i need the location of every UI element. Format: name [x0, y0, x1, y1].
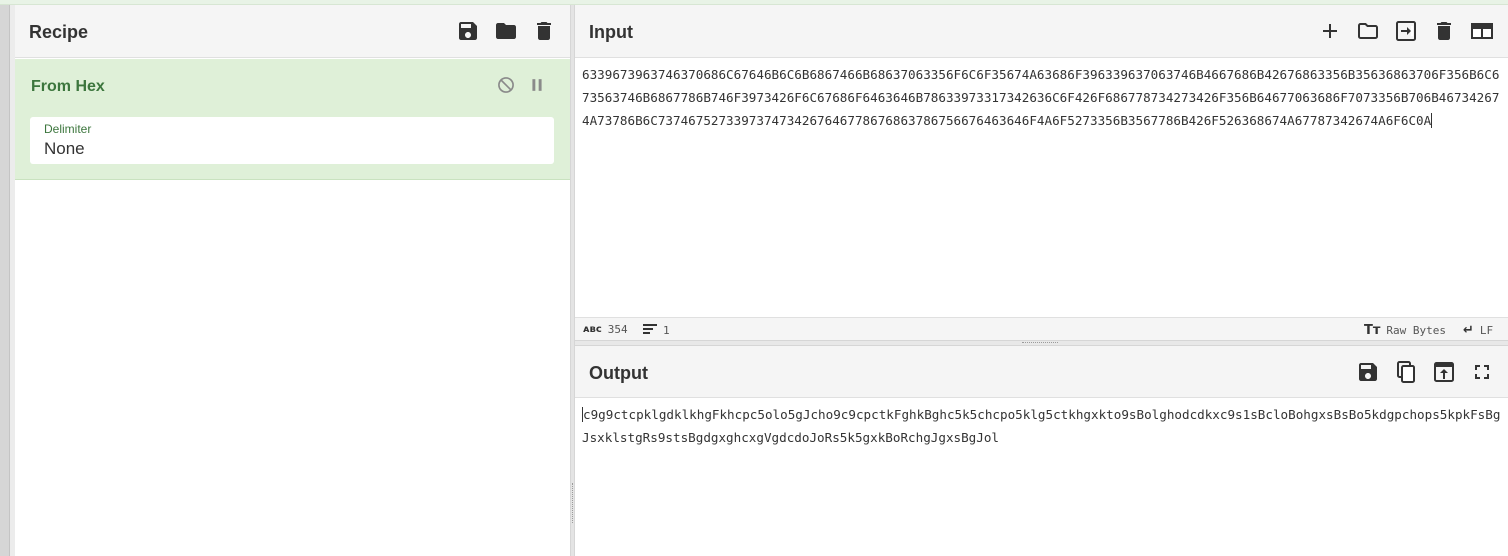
layout-icon[interactable]	[1470, 19, 1494, 43]
output-title: Output	[589, 363, 648, 383]
disable-icon[interactable]	[496, 75, 516, 95]
maximize-icon[interactable]	[1470, 360, 1494, 384]
delimiter-field[interactable]: Delimiter None	[30, 117, 554, 164]
output-textarea[interactable]: c9g9ctcpklgdklkhgFkhcpc5olo5gJcho9c9cpct…	[582, 403, 1504, 449]
input-title: Input	[589, 22, 633, 42]
copy-icon[interactable]	[1394, 360, 1418, 384]
left-edge	[0, 5, 10, 556]
line-count-value: 1	[663, 324, 670, 337]
delimiter-label: Delimiter	[44, 122, 92, 136]
delimiter-value[interactable]: None	[44, 139, 85, 159]
char-count: ᴀʙᴄ 354	[583, 323, 628, 336]
return-icon: ↵	[1463, 323, 1474, 338]
operation-from-hex[interactable]: From Hex Delimiter None	[15, 59, 570, 180]
recipe-header: Recipe	[15, 5, 570, 58]
line-count: 1	[643, 323, 670, 338]
import-icon[interactable]	[1394, 19, 1418, 43]
eol-value[interactable]: LF	[1480, 324, 1493, 337]
splitter-grip[interactable]	[1022, 342, 1058, 344]
output-header: Output	[575, 346, 1508, 398]
operation-name: From Hex	[31, 78, 105, 95]
recipe-title: Recipe	[29, 22, 89, 42]
save-icon[interactable]	[456, 19, 480, 43]
output-pane: Output c9g9ctcpklgdklkhgFkhcpc5olo5gJcho…	[575, 346, 1508, 556]
lines-icon	[643, 323, 657, 338]
trash-icon[interactable]	[1432, 19, 1456, 43]
input-text[interactable]: 6339673963746370686C67646B6C6B6867466B68…	[582, 67, 1499, 128]
replace-input-icon[interactable]	[1432, 360, 1456, 384]
plus-icon[interactable]	[1318, 19, 1342, 43]
char-count-value: 354	[607, 323, 628, 336]
recipe-pane: Recipe From Hex Delimiter None	[15, 5, 570, 556]
splitter-grip[interactable]	[572, 483, 574, 523]
folder-icon[interactable]	[494, 19, 518, 43]
encoding-value[interactable]: Raw Bytes	[1386, 324, 1446, 337]
encoding-selector[interactable]: Tт Raw Bytes	[1364, 323, 1446, 338]
text-format-icon: Tт	[1364, 323, 1381, 338]
abc-icon: ᴀʙᴄ	[583, 324, 602, 335]
folder-icon[interactable]	[1356, 19, 1380, 43]
input-header: Input	[575, 5, 1508, 58]
output-text[interactable]: c9g9ctcpklgdklkhgFkhcpc5olo5gJcho9c9cpct…	[582, 407, 1500, 445]
eol-selector[interactable]: ↵ LF	[1463, 323, 1493, 338]
input-textarea[interactable]: 6339673963746370686C67646B6C6B6867466B68…	[582, 63, 1504, 132]
input-status-bar: ᴀʙᴄ 354 1 Tт Raw Bytes ↵ LF	[575, 317, 1508, 340]
pause-icon[interactable]	[527, 75, 547, 95]
input-pane: Input 6339673963746370686C67646B6C6B6867…	[575, 5, 1508, 340]
trash-icon[interactable]	[532, 19, 556, 43]
text-cursor	[1431, 113, 1433, 128]
save-icon[interactable]	[1356, 360, 1380, 384]
